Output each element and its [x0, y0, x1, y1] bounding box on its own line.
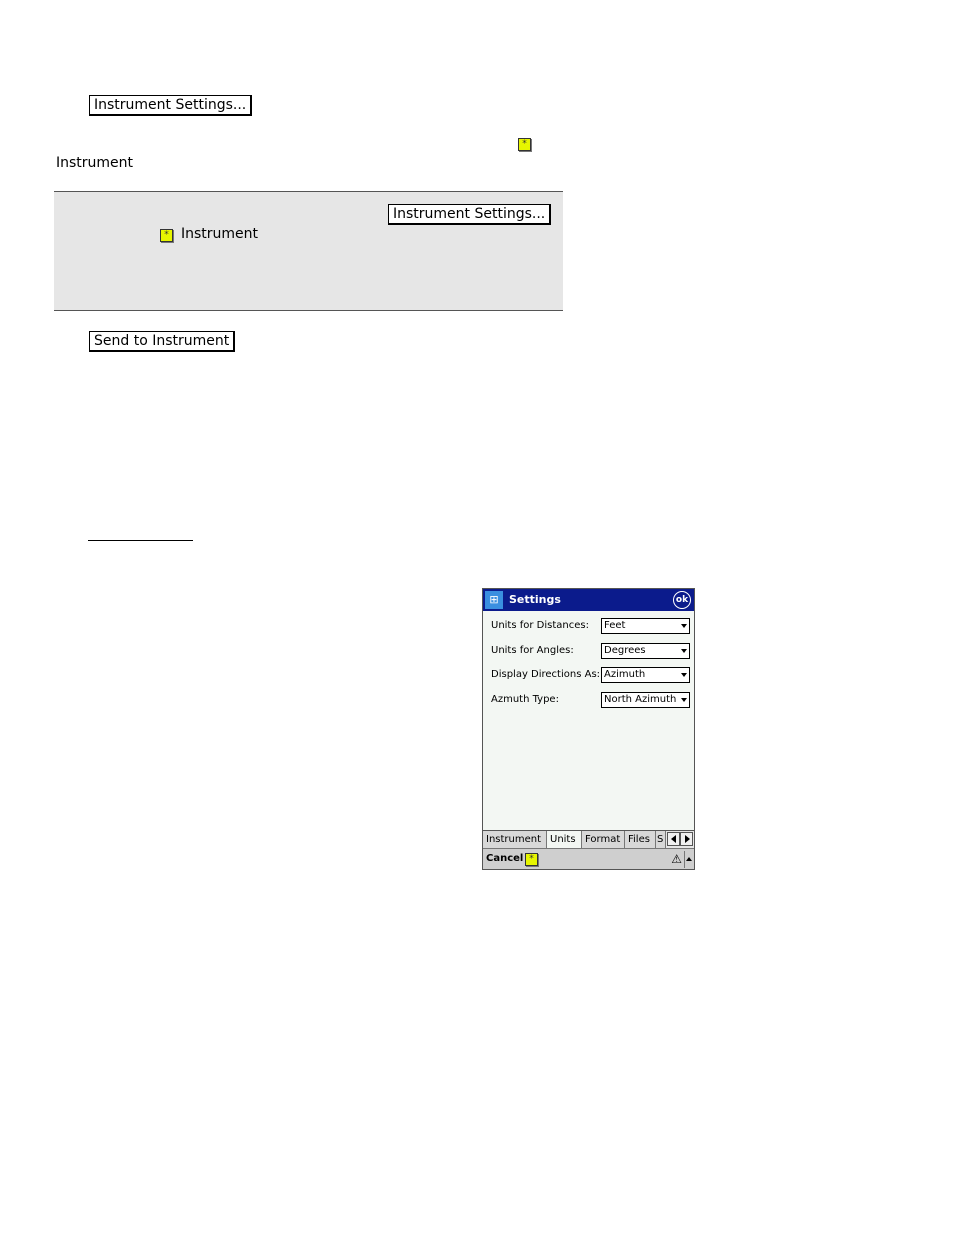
tab-scroll-right-button[interactable] — [680, 832, 693, 846]
tab-scroll-left-button[interactable] — [667, 832, 680, 846]
units-angles-label: Units for Angles: — [491, 645, 574, 656]
send-to-instrument-button[interactable]: Send to Instrument — [89, 331, 236, 352]
azimuth-type-value: North Azimuth — [604, 694, 677, 705]
units-angles-select[interactable]: Degrees — [601, 643, 690, 659]
display-directions-select[interactable]: Azimuth — [601, 667, 690, 683]
tab-instrument[interactable]: Instrument — [483, 831, 547, 848]
instrument-label: Instrument — [56, 155, 134, 171]
azimuth-type-select[interactable]: North Azimuth — [601, 692, 690, 708]
tab-bar: Instrument Units Format Files S — [483, 830, 694, 849]
arrow-right-icon — [685, 835, 690, 843]
display-directions-label: Display Directions As: — [491, 669, 601, 680]
tab-partial[interactable]: S — [656, 831, 666, 848]
ok-button[interactable]: ok — [673, 591, 691, 609]
chevron-down-icon — [681, 649, 687, 653]
chevron-down-icon — [681, 673, 687, 677]
device-screenshot: ⊞ Settings ok Units for Distances: Feet … — [482, 588, 695, 870]
tab-files[interactable]: Files — [625, 831, 656, 848]
arrow-up-icon[interactable] — [686, 857, 692, 861]
instrument-settings-button[interactable]: Instrument Settings... — [89, 95, 253, 116]
divider — [684, 851, 685, 868]
arrow-left-icon — [671, 835, 676, 843]
note-instrument-settings-button[interactable]: Instrument Settings... — [388, 204, 552, 225]
units-angles-value: Degrees — [604, 645, 646, 656]
note-instrument-label: Instrument — [181, 226, 259, 242]
window-title: Settings — [509, 593, 561, 606]
note-box: Instrument Settings... * Instrument — [54, 191, 563, 311]
display-directions-value: Azimuth — [604, 669, 646, 680]
start-icon[interactable]: ⊞ — [485, 591, 503, 609]
title-bar: ⊞ Settings ok — [483, 589, 694, 611]
cancel-button[interactable]: Cancel — [486, 853, 523, 864]
star-icon: * — [160, 229, 173, 242]
star-icon[interactable]: * — [525, 853, 538, 866]
units-distances-label: Units for Distances: — [491, 620, 589, 631]
units-distances-select[interactable]: Feet — [601, 618, 690, 634]
chevron-down-icon — [681, 624, 687, 628]
command-bar: Cancel * ⚠ — [483, 848, 694, 869]
tab-units[interactable]: Units — [547, 831, 582, 848]
chevron-down-icon — [681, 698, 687, 702]
input-panel-icon[interactable]: ⚠ — [671, 853, 682, 865]
tab-format[interactable]: Format — [582, 831, 625, 848]
divider-rule — [88, 540, 193, 541]
azimuth-type-label: Azmuth Type: — [491, 694, 559, 705]
star-icon: * — [518, 138, 531, 151]
units-distances-value: Feet — [604, 620, 626, 631]
